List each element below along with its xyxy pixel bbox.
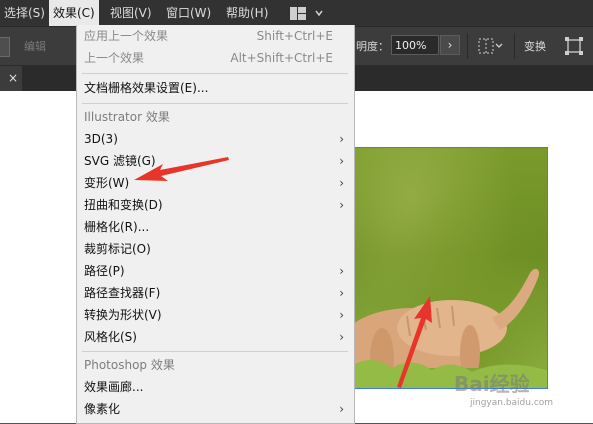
menu-select[interactable]: 选择(S) <box>0 0 49 26</box>
menu-item-apply-last-effect[interactable]: 应用上一个效果 Shift+Ctrl+E <box>77 25 354 47</box>
menu-item-last-effect[interactable]: 上一个效果 Alt+Shift+Ctrl+E <box>77 47 354 69</box>
menu-window[interactable]: 窗口(W) <box>162 0 215 26</box>
menu-separator <box>82 351 348 352</box>
kitten-illustration <box>352 268 547 388</box>
chevron-right-icon: › <box>339 176 344 190</box>
chevron-right-icon: › <box>339 330 344 344</box>
shortcut-label: Alt+Shift+Ctrl+E <box>230 51 333 65</box>
divider <box>467 33 468 59</box>
transform-label[interactable]: 变换 <box>524 38 546 54</box>
menu-item-distort-transform[interactable]: 扭曲和变换(D) › <box>77 194 354 216</box>
menu-section-illustrator-effects: Illustrator 效果 <box>84 110 170 124</box>
menu-view[interactable]: 视图(V) <box>106 0 156 26</box>
menu-item-rasterize[interactable]: 栅格化(R)... <box>77 216 354 238</box>
menu-item-stylize[interactable]: 风格化(S) › <box>77 326 354 348</box>
crop-icon[interactable] <box>564 36 584 56</box>
opacity-expand-button[interactable]: › <box>440 35 460 55</box>
menu-item-warp[interactable]: 变形(W) › <box>77 172 354 194</box>
menu-item-crop-marks[interactable]: 裁剪标记(O) <box>77 238 354 260</box>
menu-item-path[interactable]: 路径(P) › <box>77 260 354 282</box>
chevron-right-icon: › <box>339 264 344 278</box>
watermark: Bai经验 jingyan.baidu.com <box>454 368 589 412</box>
menu-item-3d[interactable]: 3D(3) › <box>77 128 354 150</box>
effect-menu-dropdown: 应用上一个效果 Shift+Ctrl+E 上一个效果 Alt+Shift+Ctr… <box>76 25 355 424</box>
align-icon[interactable] <box>478 37 504 55</box>
menu-item-raster-settings[interactable]: 文档栅格效果设置(E)... <box>77 77 354 99</box>
opacity-label: 明度： <box>356 40 389 53</box>
chevron-right-icon: › <box>339 308 344 322</box>
chevron-right-icon: › <box>339 198 344 212</box>
kitten-image[interactable] <box>351 147 548 389</box>
chevron-right-icon: › <box>339 402 344 416</box>
document-tab[interactable]: × <box>0 66 22 91</box>
workspace-layout-icon[interactable] <box>290 7 324 20</box>
chevron-right-icon: › <box>339 132 344 146</box>
menu-item-svg-filters[interactable]: SVG 滤镜(G) › <box>77 150 354 172</box>
menu-item-convert-to-shape[interactable]: 转换为形状(V) › <box>77 304 354 326</box>
watermark-url: jingyan.baidu.com <box>470 398 554 408</box>
chevron-right-icon: › <box>339 154 344 168</box>
edit-label: 编辑 <box>24 40 46 53</box>
divider <box>514 33 515 59</box>
menu-help[interactable]: 帮助(H) <box>222 0 272 26</box>
shortcut-label: Shift+Ctrl+E <box>256 29 333 43</box>
menu-separator <box>82 103 348 104</box>
menu-effect[interactable]: 效果(C) <box>49 0 99 26</box>
menu-item-pixelate[interactable]: 像素化 › <box>77 398 354 420</box>
menu-section-photoshop-effects: Photoshop 效果 <box>84 358 175 372</box>
menu-item-pathfinder[interactable]: 路径查找器(F) › <box>77 282 354 304</box>
menu-item-effect-gallery[interactable]: 效果画廊... <box>77 376 354 398</box>
menu-separator <box>82 73 348 74</box>
watermark-logo: Bai经验 <box>454 372 530 396</box>
chevron-right-icon: › <box>339 286 344 300</box>
menu-bar: 选择(S) 效果(C) 视图(V) 窗口(W) 帮助(H) <box>0 0 593 27</box>
opacity-input[interactable]: 100% <box>391 35 439 55</box>
close-icon[interactable]: × <box>8 71 18 85</box>
control-bar-button[interactable] <box>0 37 10 57</box>
